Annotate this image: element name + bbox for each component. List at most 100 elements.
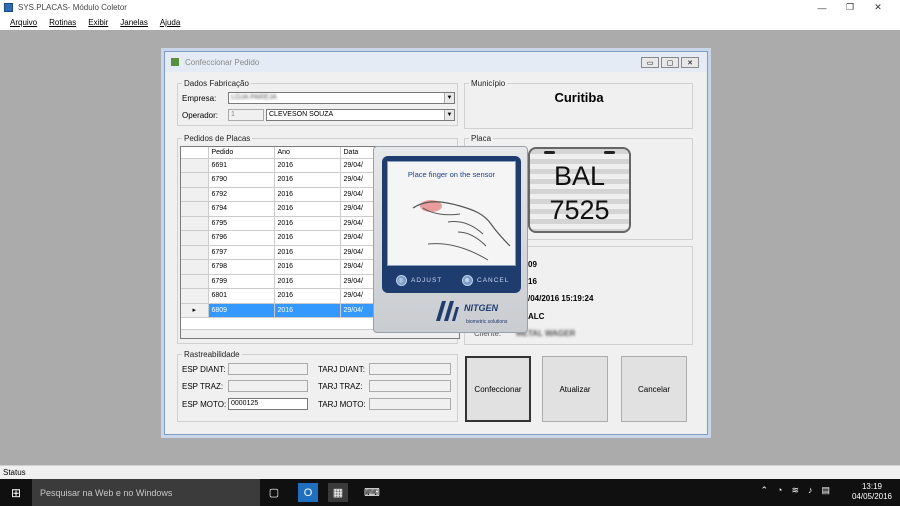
outlook-icon[interactable]: O <box>298 483 318 502</box>
clock-time: 13:19 <box>861 482 882 491</box>
cell-pedido: 6797 <box>208 245 275 260</box>
adjust-control[interactable]: ◎ ADJUST <box>396 275 442 286</box>
row-header[interactable] <box>181 201 209 217</box>
fingerprint-capture-dialog: Place finger on the sensor ◎ ADJUST ⊗ CA… <box>373 146 528 333</box>
minimize-button[interactable]: — <box>808 0 836 15</box>
cell-ano: 2016 <box>274 245 341 260</box>
dialog-icon <box>171 58 179 66</box>
task-view-icon[interactable]: ▢ <box>264 483 284 502</box>
operador-combo[interactable]: CLEVESON SOUZA ▼ <box>266 109 455 121</box>
row-header[interactable] <box>181 274 209 289</box>
cell-pedido: 6691 <box>208 158 275 173</box>
dialog-maximize-button[interactable]: ▢ <box>661 57 679 68</box>
tarj-diant-label: TARJ DIANT: <box>318 365 365 374</box>
cell-ano: 2016 <box>274 230 341 246</box>
row-header[interactable] <box>181 158 209 173</box>
detalhe-ano: 16 <box>528 277 537 286</box>
row-header[interactable] <box>181 172 209 188</box>
cancel-label: CANCEL <box>477 277 510 284</box>
plate-slot <box>604 151 615 154</box>
detalhe-data: /04/2016 15:19:24 <box>528 294 594 303</box>
nitgen-brand: NITGEN <box>464 303 499 313</box>
windows-start-icon[interactable]: ⊞ <box>0 479 32 506</box>
cell-ano: 2016 <box>274 158 341 173</box>
detalhe-pedido: 09 <box>528 260 537 269</box>
fingerprint-prompt: Place finger on the sensor <box>407 170 496 179</box>
cancelar-button[interactable]: Cancelar <box>621 356 687 422</box>
main-title-bar: SYS.PLACAS- Módulo Coletor — ❐ ✕ <box>0 0 900 15</box>
chevron-up-icon[interactable]: ⌃ <box>760 485 768 496</box>
tarj-diant-field <box>369 363 451 375</box>
keyboard-icon[interactable]: ▤ <box>821 485 830 496</box>
dialog-close-button[interactable]: ✕ <box>681 57 699 68</box>
dialog-minimize-button[interactable]: ▭ <box>641 57 659 68</box>
terminal-icon[interactable]: ⌨ <box>362 483 382 502</box>
cell-pedido: 6796 <box>208 230 275 246</box>
cell-ano: 2016 <box>274 216 341 231</box>
system-tray: ⌃ ◔ ≋ ♪ ▤ <box>760 485 830 496</box>
cell-pedido: 6792 <box>208 187 275 202</box>
rastreabilidade-legend: Rastreabilidade <box>184 350 240 359</box>
operador-name: CLEVESON SOUZA <box>269 111 334 118</box>
taskbar-search-input[interactable]: Pesquisar na Web e no Windows <box>32 479 260 506</box>
clock-date: 04/05/2016 <box>851 492 892 501</box>
municipio-value: Curitiba <box>554 90 604 105</box>
volume-icon[interactable]: ♪ <box>808 485 813 496</box>
esp-moto-label: ESP MOTO: <box>182 400 227 409</box>
wifi-icon[interactable]: ≋ <box>791 485 799 496</box>
adjust-icon: ◎ <box>396 275 407 286</box>
menu-exibir[interactable]: Exibir <box>88 18 108 27</box>
close-button[interactable]: ✕ <box>864 0 892 15</box>
empresa-combo[interactable]: LOJA PAREJA ▼ <box>228 92 455 104</box>
cell-pedido: 6794 <box>208 201 275 217</box>
menu-janelas[interactable]: Janelas <box>120 18 148 27</box>
row-header[interactable] <box>181 230 209 246</box>
nitgen-logo-icon <box>436 301 459 321</box>
cell-pedido: 6809 <box>208 303 275 318</box>
plate-slot <box>544 151 555 154</box>
cell-ano: 2016 <box>274 259 341 275</box>
row-header[interactable] <box>181 187 209 202</box>
chevron-down-icon[interactable]: ▼ <box>444 93 454 103</box>
maximize-button[interactable]: ❐ <box>836 0 864 15</box>
menu-arquivo[interactable]: Arquivo <box>10 18 37 27</box>
tarj-moto-field <box>369 398 451 410</box>
cancel-control[interactable]: ⊗ CANCEL <box>462 275 509 286</box>
tarj-traz-field <box>369 380 451 392</box>
row-header[interactable] <box>181 245 209 260</box>
column-header-ano[interactable]: Ano <box>274 147 341 159</box>
detalhe-tipo: ALC <box>528 312 545 321</box>
cell-ano: 2016 <box>274 288 341 304</box>
row-selector-icon[interactable]: ▸ <box>181 303 209 318</box>
confeccionar-button[interactable]: Confeccionar <box>465 356 531 422</box>
status-bar: Status <box>0 465 900 479</box>
dialog-title-bar[interactable]: Confeccionar Pedido ▭ ▢ ✕ <box>165 52 707 72</box>
esp-traz-label: ESP TRAZ: <box>182 382 224 391</box>
sensor-panel: Place finger on the sensor ◎ ADJUST ⊗ CA… <box>382 156 521 293</box>
taskbar-clock[interactable]: 13:19 04/05/2016 <box>852 482 892 502</box>
network-icon[interactable]: ◔ <box>777 485 782 496</box>
cell-pedido: 6798 <box>208 259 275 275</box>
row-header[interactable] <box>181 259 209 275</box>
esp-diant-field <box>228 363 308 375</box>
fabricacao-legend: Dados Fabricação <box>184 79 249 88</box>
empresa-value: LOJA PAREJA <box>231 94 277 101</box>
row-header[interactable] <box>181 216 209 231</box>
column-header-pedido[interactable]: Pedido <box>208 147 275 159</box>
cell-ano: 2016 <box>274 187 341 202</box>
dialog-title: Confeccionar Pedido <box>185 57 260 67</box>
placa-legend: Placa <box>471 134 492 143</box>
chevron-down-icon[interactable]: ▼ <box>444 110 454 120</box>
menu-ajuda[interactable]: Ajuda <box>160 18 180 27</box>
cell-ano: 2016 <box>274 274 341 289</box>
cell-ano: 2016 <box>274 172 341 188</box>
operador-id-field: 1 <box>228 109 264 121</box>
menu-rotinas[interactable]: Rotinas <box>49 18 76 27</box>
esp-moto-field[interactable]: 0000125 <box>228 398 308 410</box>
menu-bar: Arquivo Rotinas Exibir Janelas Ajuda <box>0 15 900 30</box>
row-header[interactable] <box>181 288 209 304</box>
taskbar: ⊞ Pesquisar na Web e no Windows ▢ O ▦ ⌨ … <box>0 479 900 506</box>
cell-ano: 2016 <box>274 201 341 217</box>
app-window-icon[interactable]: ▦ <box>328 483 348 502</box>
atualizar-button[interactable]: Atualizar <box>542 356 608 422</box>
